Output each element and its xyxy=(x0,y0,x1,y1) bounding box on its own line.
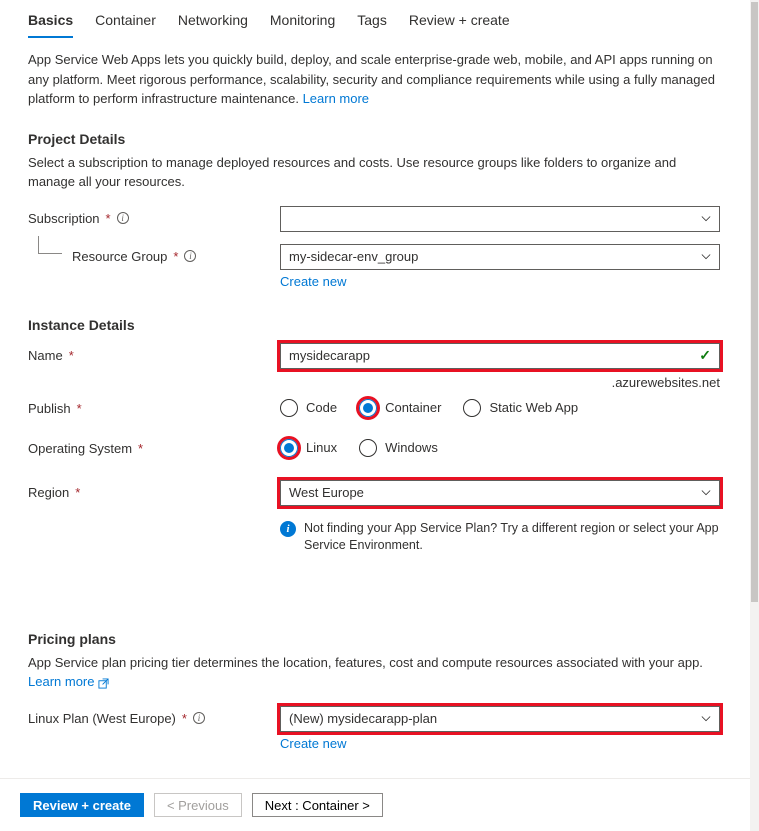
tab-tags[interactable]: Tags xyxy=(357,8,387,38)
project-details-desc: Select a subscription to manage deployed… xyxy=(28,153,722,192)
indent-connector-icon xyxy=(38,236,62,254)
resource-group-select[interactable]: my-sidecar-env_group xyxy=(280,244,720,270)
region-hint: i Not finding your App Service Plan? Try… xyxy=(280,520,720,555)
subscription-label-text: Subscription xyxy=(28,211,100,226)
resource-group-label-text: Resource Group xyxy=(72,249,167,264)
tab-networking[interactable]: Networking xyxy=(178,8,248,38)
scrollbar-track[interactable] xyxy=(750,0,759,831)
subscription-select[interactable] xyxy=(280,206,720,232)
region-hint-text: Not finding your App Service Plan? Try a… xyxy=(304,520,720,555)
chevron-down-icon xyxy=(701,714,711,724)
chevron-down-icon xyxy=(701,488,711,498)
os-radio-group: Linux Windows xyxy=(280,436,720,457)
create-new-rg-link[interactable]: Create new xyxy=(280,274,720,289)
wizard-footer: Review + create < Previous Next : Contai… xyxy=(0,778,750,831)
region-select[interactable]: West Europe xyxy=(280,480,720,506)
required-asterisk: * xyxy=(182,711,187,726)
required-asterisk: * xyxy=(106,211,111,226)
create-new-plan-link[interactable]: Create new xyxy=(280,736,720,751)
project-details-title: Project Details xyxy=(28,131,722,147)
publish-container-label: Container xyxy=(385,400,441,415)
plan-label-text: Linux Plan (West Europe) xyxy=(28,711,176,726)
tab-container[interactable]: Container xyxy=(95,8,156,38)
required-asterisk: * xyxy=(69,348,74,363)
pricing-title: Pricing plans xyxy=(28,631,722,647)
info-icon[interactable]: i xyxy=(117,212,129,224)
intro-body: App Service Web Apps lets you quickly bu… xyxy=(28,52,715,106)
review-create-button[interactable]: Review + create xyxy=(20,793,144,817)
previous-button: < Previous xyxy=(154,793,242,817)
name-value: mysidecarapp xyxy=(289,348,370,363)
region-label: Region * xyxy=(28,480,280,500)
subscription-label: Subscription * i xyxy=(28,206,280,226)
pricing-desc: App Service plan pricing tier determines… xyxy=(28,653,722,692)
tab-review-create[interactable]: Review + create xyxy=(409,8,510,38)
radio-icon xyxy=(463,399,481,417)
publish-label: Publish * xyxy=(28,396,280,416)
tab-basics[interactable]: Basics xyxy=(28,8,73,38)
resource-group-value: my-sidecar-env_group xyxy=(289,249,418,264)
intro-text: App Service Web Apps lets you quickly bu… xyxy=(28,50,722,109)
os-linux-radio[interactable]: Linux xyxy=(280,439,337,457)
chevron-down-icon xyxy=(701,214,711,224)
publish-code-label: Code xyxy=(306,400,337,415)
os-linux-label: Linux xyxy=(306,440,337,455)
learn-more-link[interactable]: Learn more xyxy=(303,91,369,106)
linux-plan-label: Linux Plan (West Europe) * i xyxy=(28,706,280,726)
pricing-learn-more-text: Learn more xyxy=(28,674,94,689)
os-label: Operating System * xyxy=(28,436,280,456)
publish-swa-label: Static Web App xyxy=(489,400,578,415)
required-asterisk: * xyxy=(173,249,178,264)
chevron-down-icon xyxy=(701,252,711,262)
info-icon[interactable]: i xyxy=(184,250,196,262)
radio-icon xyxy=(359,399,377,417)
region-label-text: Region xyxy=(28,485,69,500)
name-label-text: Name xyxy=(28,348,63,363)
next-button[interactable]: Next : Container > xyxy=(252,793,383,817)
check-icon: ✓ xyxy=(699,347,711,364)
required-asterisk: * xyxy=(138,441,143,456)
pricing-learn-more-link[interactable]: Learn more xyxy=(28,674,109,689)
external-link-icon xyxy=(98,678,109,689)
required-asterisk: * xyxy=(77,401,82,416)
domain-suffix: .azurewebsites.net xyxy=(280,375,720,390)
info-icon: i xyxy=(280,521,296,537)
name-label: Name * xyxy=(28,343,280,363)
radio-icon xyxy=(280,399,298,417)
plan-value: (New) mysidecarapp-plan xyxy=(289,711,437,726)
name-input[interactable]: mysidecarapp ✓ xyxy=(280,343,720,369)
region-value: West Europe xyxy=(289,485,364,500)
linux-plan-select[interactable]: (New) mysidecarapp-plan xyxy=(280,706,720,732)
info-icon[interactable]: i xyxy=(193,712,205,724)
publish-container-radio[interactable]: Container xyxy=(359,399,441,417)
pricing-desc-text: App Service plan pricing tier determines… xyxy=(28,655,703,670)
publish-radio-group: Code Container Static Web App xyxy=(280,396,720,417)
os-label-text: Operating System xyxy=(28,441,132,456)
instance-details-title: Instance Details xyxy=(28,317,722,333)
radio-icon xyxy=(280,439,298,457)
scrollbar-thumb[interactable] xyxy=(751,2,758,602)
wizard-tabs: Basics Container Networking Monitoring T… xyxy=(28,0,722,38)
publish-code-radio[interactable]: Code xyxy=(280,399,337,417)
publish-swa-radio[interactable]: Static Web App xyxy=(463,399,578,417)
form-scroll-area[interactable]: Basics Container Networking Monitoring T… xyxy=(0,0,750,772)
required-asterisk: * xyxy=(75,485,80,500)
os-windows-label: Windows xyxy=(385,440,438,455)
resource-group-label: Resource Group * i xyxy=(28,244,280,264)
os-windows-radio[interactable]: Windows xyxy=(359,439,438,457)
publish-label-text: Publish xyxy=(28,401,71,416)
tab-monitoring[interactable]: Monitoring xyxy=(270,8,335,38)
radio-icon xyxy=(359,439,377,457)
